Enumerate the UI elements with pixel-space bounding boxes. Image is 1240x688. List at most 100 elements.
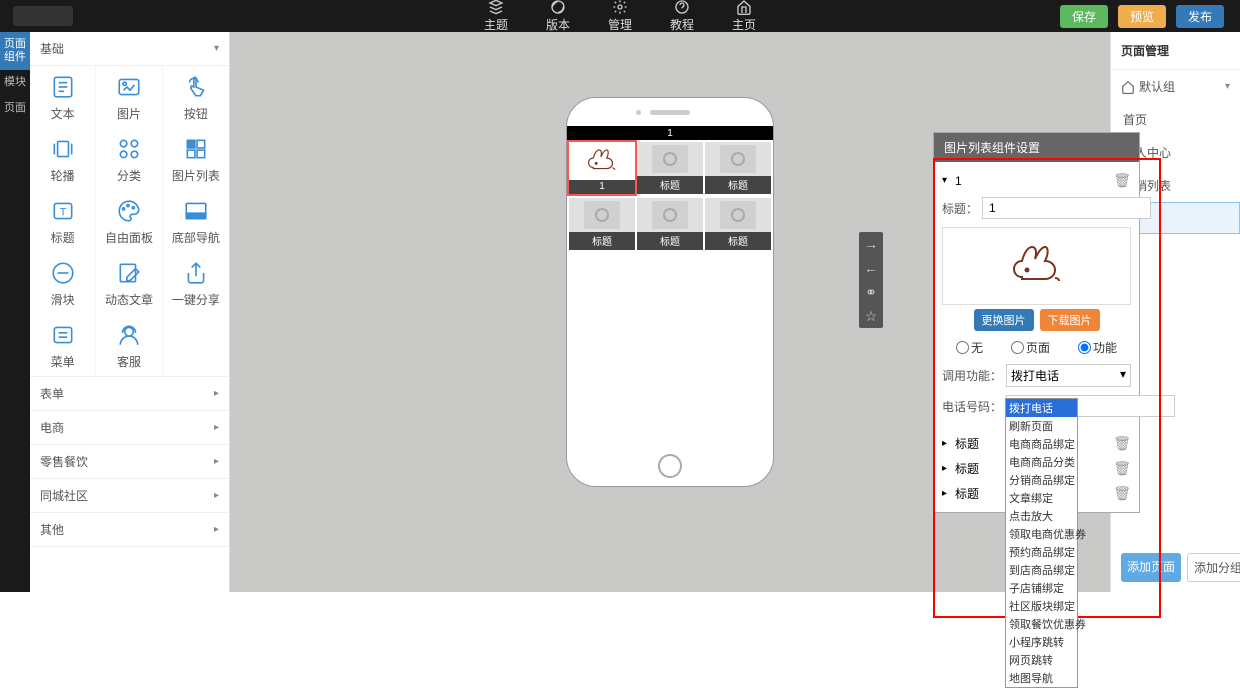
comp-label: 按钮 [184,105,208,122]
title-label: 标题： [942,200,978,217]
category-icon [115,135,143,163]
rail-modules[interactable]: 模块 [0,70,30,95]
download-image-button[interactable]: 下载图片 [1040,309,1100,331]
change-image-button[interactable]: 更换图片 [974,309,1034,331]
img-item[interactable]: 标题 [705,198,771,250]
arrow-right-icon[interactable]: → [859,232,883,256]
dropdown-option[interactable]: 网页跳转 [1006,651,1077,669]
section-community[interactable]: 同城社区▸ [30,479,229,513]
add-page-button[interactable]: 添加页面 [1121,553,1181,582]
dropdown-option[interactable]: 文章绑定 [1006,489,1077,507]
dropdown-option[interactable]: 社区版块绑定 [1006,597,1077,615]
section-basic[interactable]: 基础 ▾ [30,32,229,66]
palette-icon [115,197,143,225]
delete-icon[interactable]: 🗑 [1113,435,1131,452]
function-select[interactable]: 拨打电话▾ [1006,364,1131,387]
home-icon [736,0,752,15]
dropdown-option[interactable]: 预约商品绑定 [1006,543,1077,561]
carousel-icon [49,135,77,163]
dropdown-option[interactable]: 领取餐饮优惠券 [1006,615,1077,633]
radio-function[interactable]: 功能 [1078,339,1117,356]
img-item[interactable]: 标题 [705,142,771,194]
dropdown-option[interactable]: 小程序跳转 [1006,633,1077,651]
dropdown-option[interactable]: 电商商品分类 [1006,453,1077,471]
slider-icon [49,259,77,287]
section-retail[interactable]: 零售餐饮▸ [30,445,229,479]
comp-imglist[interactable]: 图片列表 [163,128,229,190]
expand-icon[interactable]: ▸ [942,488,947,499]
delete-icon[interactable]: 🗑 [1113,460,1131,477]
comp-category[interactable]: 分类 [96,128,162,190]
comp-dynamic-article[interactable]: 动态文章 [96,252,162,314]
comp-share[interactable]: 一键分享 [163,252,229,314]
dropdown-option[interactable]: 电商商品绑定 [1006,435,1077,453]
expand-icon[interactable]: ▸ [942,463,947,474]
arrow-left-icon[interactable]: ← [859,256,883,280]
img-item[interactable]: 1 [569,142,635,194]
dropdown-option[interactable]: 点击放大 [1006,507,1077,525]
dropdown-option[interactable]: 到店商品绑定 [1006,561,1077,579]
dropdown-option[interactable]: 拨打电话 [1006,399,1077,417]
rail-page-components[interactable]: 页面组件 [0,32,30,70]
dropdown-option[interactable]: 地图导航 [1006,669,1077,687]
tab-tutorial[interactable]: 教程 [670,0,694,33]
text-icon [49,73,77,101]
img-item[interactable]: 标题 [569,198,635,250]
publish-button[interactable]: 发布 [1176,5,1224,28]
add-group-button[interactable]: 添加分组 [1187,553,1240,582]
tab-version[interactable]: 版本 [546,0,570,33]
image-actions: 更换图片 下载图片 [942,309,1131,331]
tab-manage[interactable]: 管理 [608,0,632,33]
dropdown-option[interactable]: 刷新页面 [1006,417,1077,435]
radio-none[interactable]: 无 [956,339,983,356]
comp-slider[interactable]: 滑块 [30,252,96,314]
delete-icon[interactable]: 🗑 [1113,485,1131,502]
bottomnav-icon [182,197,210,225]
tab-home[interactable]: 主页 [732,0,756,33]
collapse-icon[interactable]: ▾ [942,175,947,186]
section-ecommerce[interactable]: 电商▸ [30,411,229,445]
comp-menu[interactable]: 菜单 [30,314,96,376]
img-item[interactable]: 标题 [637,142,703,194]
article-icon [115,259,143,287]
comp-label: 滑块 [51,291,75,308]
topbar: 主题 版本 管理 教程 主页 保存 预览 发布 [0,0,1240,32]
dropdown-option[interactable]: 领取电商优惠券 [1006,525,1077,543]
comp-bottom-nav[interactable]: 底部导航 [163,190,229,252]
title-input[interactable] [982,197,1151,219]
radio-page[interactable]: 页面 [1011,339,1050,356]
tab-label: 主页 [732,16,756,33]
save-button[interactable]: 保存 [1060,5,1108,28]
star-icon[interactable]: ☆ [859,304,883,328]
section-form[interactable]: 表单▸ [30,377,229,411]
img-placeholder [705,142,771,176]
img-item[interactable]: 标题 [637,198,703,250]
comp-free-panel[interactable]: 自由面板 [96,190,162,252]
comp-carousel[interactable]: 轮播 [30,128,96,190]
tab-theme[interactable]: 主题 [484,0,508,33]
speaker-icon [650,110,690,115]
comp-button[interactable]: 按钮 [163,66,229,128]
chevron-right-icon: ▸ [214,456,219,467]
section-other[interactable]: 其他▸ [30,513,229,547]
comp-text[interactable]: 文本 [30,66,96,128]
comp-label: 文本 [51,105,75,122]
rail-pages[interactable]: 页面 [0,96,30,121]
item-label: 标题 [660,176,680,192]
preview-button[interactable]: 预览 [1118,5,1166,28]
item-label: 标题 [660,232,680,248]
dropdown-option[interactable]: 子店铺绑定 [1006,579,1077,597]
item-label: 标题 [592,232,612,248]
comp-title[interactable]: T标题 [30,190,96,252]
home-button-icon [658,454,682,478]
comp-kefu[interactable]: 客服 [96,314,162,376]
expand-icon[interactable]: ▸ [942,438,947,449]
comp-image[interactable]: 图片 [96,66,162,128]
section-label: 基础 [40,40,64,57]
page-group[interactable]: 默认组 ▾ [1111,70,1240,103]
img-placeholder [637,142,703,176]
dropdown-option[interactable]: 分销商品绑定 [1006,471,1077,489]
link-icon[interactable]: ⚭ [859,280,883,304]
delete-icon[interactable]: 🗑 [1113,172,1131,189]
phone-label: 电话号码： [942,398,1002,415]
